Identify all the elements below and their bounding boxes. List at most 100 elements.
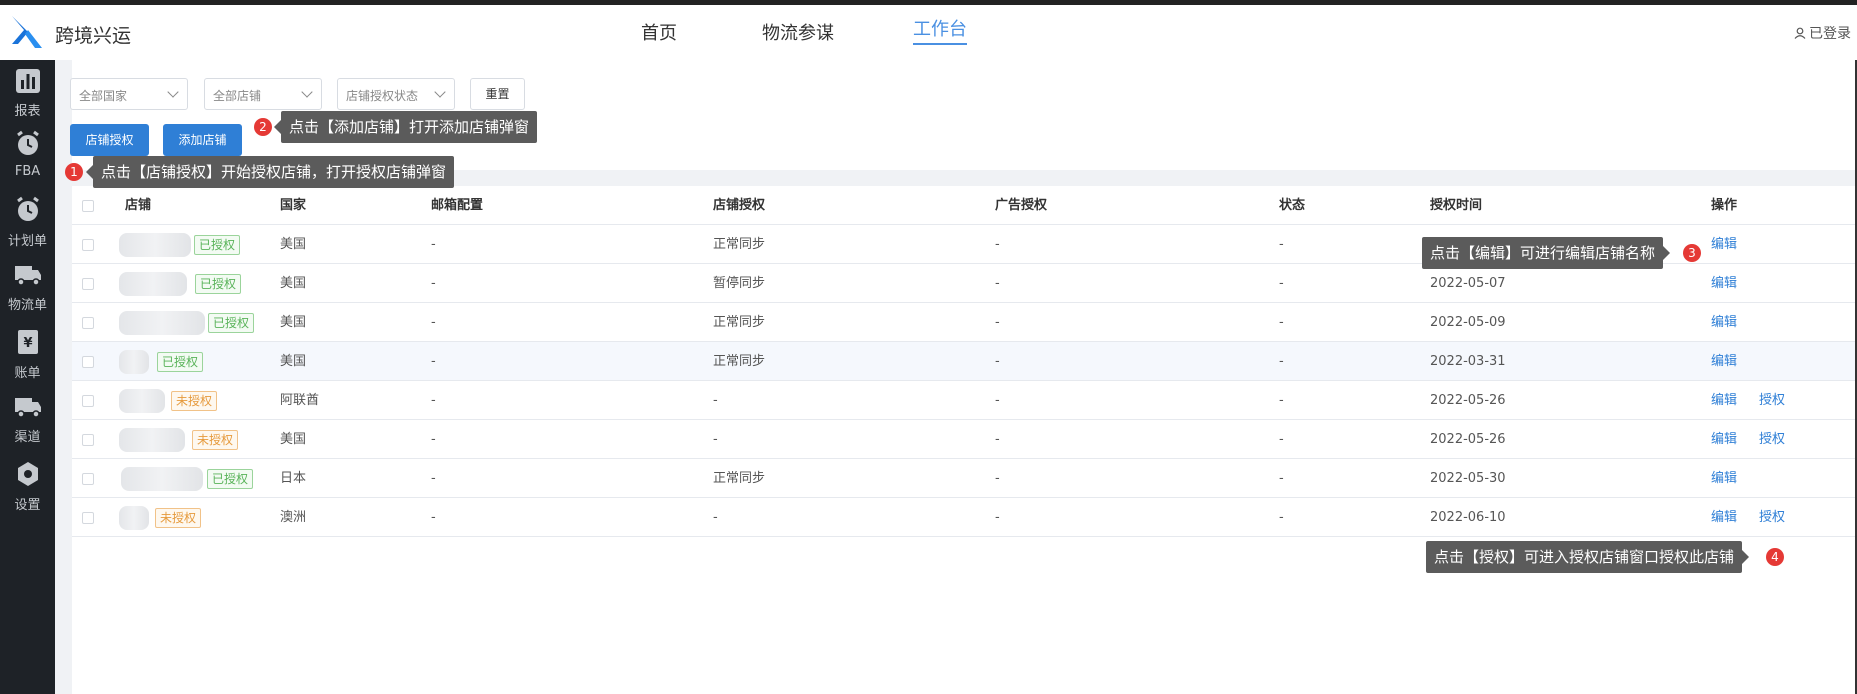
- auth-time-cell: 2022-05-07: [1430, 276, 1506, 291]
- country-cell: 美国: [280, 432, 307, 447]
- nav-home[interactable]: 首页: [641, 19, 677, 45]
- edit-link[interactable]: 编辑: [1711, 303, 1737, 342]
- status-badge: 已授权: [195, 274, 242, 294]
- tooltip-authorize-store: 点击【店铺授权】开始授权店铺，打开授权店铺弹窗: [85, 156, 455, 188]
- store-name-redacted: [121, 467, 203, 491]
- store-auth-cell: 正常同步: [713, 315, 766, 330]
- row-checkbox[interactable]: [82, 278, 94, 290]
- edit-link[interactable]: 编辑: [1711, 420, 1737, 459]
- row-checkbox[interactable]: [82, 317, 94, 329]
- add-store-button[interactable]: 添加店铺: [163, 124, 242, 156]
- status-cell: -: [1279, 510, 1284, 525]
- table-row: 已授权 美国 - 暂停同步 - - 2022-05-07 编辑: [72, 264, 1857, 303]
- brand-name: 跨境兴运: [55, 25, 132, 47]
- select-all-checkbox[interactable]: [82, 200, 94, 212]
- email-cell: -: [431, 315, 436, 330]
- step-badge-4: 4: [1766, 548, 1784, 566]
- alarm-clock-icon: [16, 130, 39, 155]
- ad-auth-cell: -: [995, 354, 1000, 369]
- auth-time-cell: 2022-05-26: [1430, 432, 1506, 447]
- sidebar-item-plan[interactable]: 计划单: [0, 196, 55, 249]
- authorize-store-button[interactable]: 店铺授权: [70, 124, 149, 156]
- row-checkbox[interactable]: [82, 239, 94, 251]
- ad-auth-cell: -: [995, 393, 1000, 408]
- ad-auth-cell: -: [995, 510, 1000, 525]
- status-cell: -: [1279, 315, 1284, 330]
- header-auth-time: 授权时间: [1430, 198, 1483, 213]
- edit-link[interactable]: 编辑: [1711, 498, 1737, 537]
- table-row: 已授权 美国 - 正常同步 - - 2022-03-31 编辑: [72, 342, 1857, 381]
- edit-link[interactable]: 编辑: [1711, 381, 1737, 420]
- edit-link[interactable]: 编辑: [1711, 225, 1737, 264]
- store-select-value: 全部店铺: [213, 89, 262, 103]
- country-select[interactable]: 全部国家: [70, 78, 188, 110]
- sidebar-item-settings[interactable]: 设置: [0, 460, 55, 513]
- auth-status-select[interactable]: 店铺授权状态: [337, 78, 455, 110]
- table-row: 未授权 美国 - - - - 2022-05-26 编辑 授权: [72, 420, 1857, 459]
- table-row: 已授权 美国 - 正常同步 - - 2022-05-09 编辑: [72, 303, 1857, 342]
- row-checkbox[interactable]: [82, 434, 94, 446]
- store-name-redacted: [119, 311, 205, 335]
- country-cell: 日本: [280, 471, 307, 486]
- sidebar-item-fba[interactable]: FBA: [0, 130, 55, 179]
- country-cell: 阿联酋: [280, 393, 320, 408]
- store-auth-cell: 暂停同步: [713, 276, 766, 291]
- store-auth-cell: -: [713, 393, 718, 408]
- edit-link[interactable]: 编辑: [1711, 459, 1737, 498]
- sidebar-item-channel[interactable]: 渠道: [0, 394, 55, 445]
- row-checkbox[interactable]: [82, 512, 94, 524]
- auth-time-cell: 2022-06-10: [1430, 510, 1506, 525]
- edit-link[interactable]: 编辑: [1711, 264, 1737, 303]
- authorize-link[interactable]: 授权: [1759, 381, 1785, 420]
- nav-workbench[interactable]: 工作台: [913, 15, 967, 45]
- store-select[interactable]: 全部店铺: [204, 78, 322, 110]
- edit-link[interactable]: 编辑: [1711, 342, 1737, 381]
- email-cell: -: [431, 276, 436, 291]
- ad-auth-cell: -: [995, 432, 1000, 447]
- country-cell: 美国: [280, 237, 307, 252]
- sidebar-label: 计划单: [7, 234, 47, 249]
- status-badge: 已授权: [208, 313, 255, 333]
- store-auth-cell: 正常同步: [713, 237, 766, 252]
- store-name-redacted: [119, 233, 191, 257]
- status-badge: 未授权: [155, 508, 202, 528]
- yen-bill-icon: ¥: [17, 330, 38, 354]
- country-cell: 澳洲: [280, 510, 307, 525]
- email-cell: -: [431, 432, 436, 447]
- reset-button[interactable]: 重置: [470, 78, 525, 110]
- store-name-redacted: [119, 428, 185, 452]
- store-auth-cell: 正常同步: [713, 354, 766, 369]
- row-checkbox[interactable]: [82, 473, 94, 485]
- header-store: 店铺: [125, 198, 152, 213]
- sidebar-label: 报表: [14, 104, 41, 119]
- ad-auth-cell: -: [995, 276, 1000, 291]
- authorize-link[interactable]: 授权: [1759, 420, 1785, 459]
- nav-logistics[interactable]: 物流参谋: [762, 19, 834, 45]
- sidebar-item-logistics[interactable]: 物流单: [0, 262, 55, 313]
- chevron-down-icon: [434, 86, 446, 98]
- row-checkbox[interactable]: [82, 356, 94, 368]
- ad-auth-cell: -: [995, 237, 1000, 252]
- login-label: 已登录: [1809, 26, 1851, 42]
- email-cell: -: [431, 510, 436, 525]
- country-cell: 美国: [280, 354, 307, 369]
- email-cell: -: [431, 354, 436, 369]
- store-auth-cell: -: [713, 432, 718, 447]
- row-checkbox[interactable]: [82, 395, 94, 407]
- table-row: 未授权 阿联酋 - - - - 2022-05-26 编辑 授权: [72, 381, 1857, 420]
- authorize-link[interactable]: 授权: [1759, 498, 1785, 537]
- sidebar-item-report[interactable]: 报表: [0, 68, 55, 119]
- store-name-redacted: [119, 350, 149, 374]
- status-cell: -: [1279, 432, 1284, 447]
- sidebar: 报表 FBA 计划单 物流单 ¥ 账单 渠道 设置: [0, 60, 55, 694]
- store-name-redacted: [119, 506, 149, 530]
- login-status[interactable]: 已登录: [1794, 23, 1851, 43]
- sidebar-item-bill[interactable]: ¥ 账单: [0, 328, 55, 381]
- gear-icon: [17, 462, 38, 486]
- tooltip-add-store: 点击【添加店铺】打开添加店铺弹窗: [273, 111, 538, 143]
- country-cell: 美国: [280, 276, 307, 291]
- ad-auth-cell: -: [995, 315, 1000, 330]
- content-left-gutter: [55, 60, 72, 694]
- sidebar-label: 物流单: [7, 298, 47, 313]
- email-cell: -: [431, 471, 436, 486]
